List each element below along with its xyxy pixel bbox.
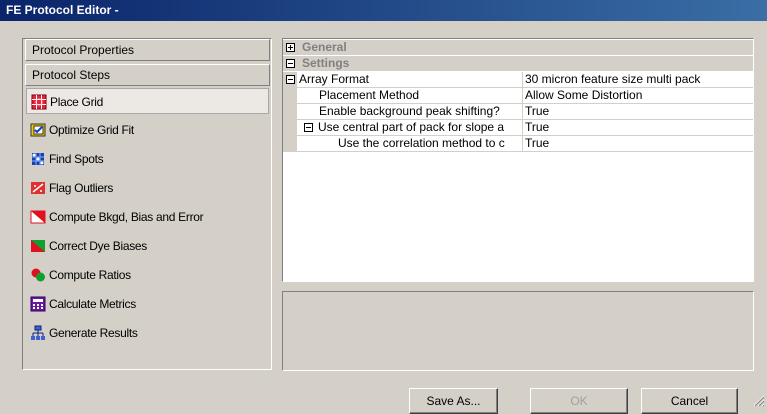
step-label: Generate Results xyxy=(49,326,138,340)
property-value[interactable]: Allow Some Distortion xyxy=(522,88,753,103)
step-label: Correct Dye Biases xyxy=(49,239,147,253)
correct-dye-biases-icon xyxy=(30,238,46,254)
editor-body: Protocol Properties Protocol Steps Place… xyxy=(0,21,767,414)
step-optimize-grid-fit[interactable]: Optimize Grid Fit xyxy=(26,117,269,143)
property-row-background-peak-shifting[interactable]: Enable background peak shifting? True xyxy=(283,104,753,120)
generate-results-icon xyxy=(30,325,46,341)
step-label: Optimize Grid Fit xyxy=(49,123,134,137)
step-label: Calculate Metrics xyxy=(49,297,136,311)
protocol-steps-button[interactable]: Protocol Steps xyxy=(25,64,270,86)
compute-bkgd-icon xyxy=(30,209,46,225)
find-spots-icon xyxy=(30,151,46,167)
resize-grip-icon[interactable] xyxy=(753,395,765,407)
property-name: Enable background peak shifting? xyxy=(319,104,500,118)
step-label: Find Spots xyxy=(49,152,104,166)
description-pane xyxy=(282,291,754,371)
category-label: Settings xyxy=(302,56,350,70)
step-find-spots[interactable]: Find Spots xyxy=(26,146,269,172)
window-title: FE Protocol Editor - xyxy=(6,3,119,17)
property-row-correlation-method[interactable]: Use the correlation method to c True xyxy=(283,136,753,152)
collapse-minus-icon[interactable] xyxy=(286,75,295,84)
step-calculate-metrics[interactable]: Calculate Metrics xyxy=(26,291,269,317)
property-value[interactable]: True xyxy=(522,120,753,135)
property-row-central-part-of-pack[interactable]: Use central part of pack for slope a Tru… xyxy=(283,120,753,136)
calculate-metrics-icon xyxy=(30,296,46,312)
step-generate-results[interactable]: Generate Results xyxy=(26,320,269,346)
save-as-button[interactable]: Save As... xyxy=(409,388,498,414)
step-label: Flag Outliers xyxy=(49,181,114,195)
optimize-grid-fit-icon xyxy=(30,122,46,138)
property-name: Array Format xyxy=(299,72,370,86)
compute-ratios-icon xyxy=(30,267,46,283)
cancel-button[interactable]: Cancel xyxy=(641,388,738,414)
collapse-minus-icon[interactable] xyxy=(286,59,295,68)
step-label: Compute Ratios xyxy=(49,268,131,282)
step-compute-ratios[interactable]: Compute Ratios xyxy=(26,262,269,288)
category-settings[interactable]: Settings xyxy=(283,56,753,71)
expand-plus-icon[interactable] xyxy=(286,43,295,52)
step-label: Compute Bkgd, Bias and Error xyxy=(49,210,204,224)
step-compute-bkgd[interactable]: Compute Bkgd, Bias and Error xyxy=(26,204,269,230)
flag-outliers-icon xyxy=(30,180,46,196)
property-name: Placement Method xyxy=(319,88,420,102)
collapse-minus-icon[interactable] xyxy=(304,123,313,132)
step-label: Place Grid xyxy=(50,95,104,109)
step-place-grid[interactable]: Place Grid xyxy=(26,88,269,114)
ok-button[interactable]: OK xyxy=(530,388,628,414)
property-grid: General Settings Array Format 30 micron … xyxy=(282,38,754,282)
title-bar: FE Protocol Editor - xyxy=(0,0,767,21)
property-value[interactable]: True xyxy=(522,104,753,119)
property-name: Use the correlation method to c xyxy=(338,136,505,150)
step-flag-outliers[interactable]: Flag Outliers xyxy=(26,175,269,201)
property-value[interactable]: True xyxy=(522,136,753,151)
step-correct-dye-biases[interactable]: Correct Dye Biases xyxy=(26,233,269,259)
protocol-steps-panel: Protocol Properties Protocol Steps Place… xyxy=(22,38,272,370)
place-grid-icon xyxy=(31,94,47,110)
category-general[interactable]: General xyxy=(283,40,753,55)
category-label: General xyxy=(302,40,347,54)
property-row-array-format[interactable]: Array Format 30 micron feature size mult… xyxy=(283,72,753,88)
protocol-properties-button[interactable]: Protocol Properties xyxy=(25,39,270,61)
property-value[interactable]: 30 micron feature size multi pack xyxy=(522,72,753,87)
property-row-placement-method[interactable]: Placement Method Allow Some Distortion xyxy=(283,88,753,104)
property-name: Use central part of pack for slope a xyxy=(318,120,505,134)
